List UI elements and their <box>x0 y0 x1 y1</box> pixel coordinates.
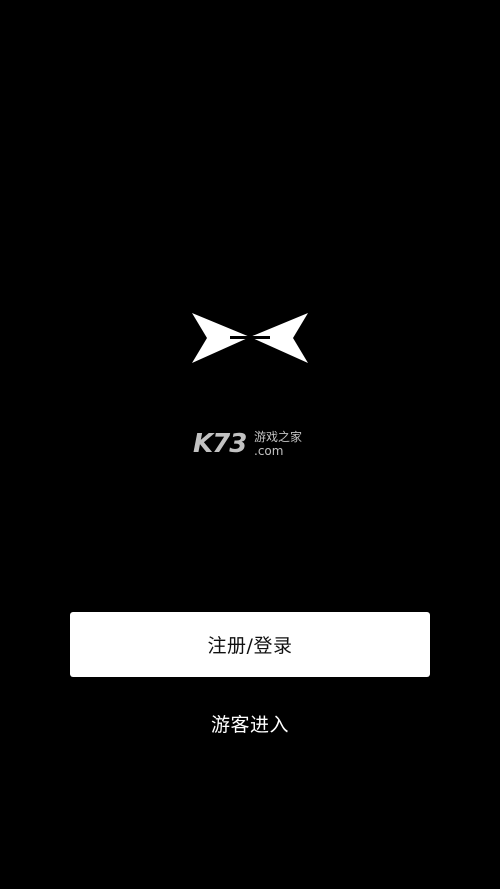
guest-enter-label: 游客进入 <box>210 713 289 736</box>
x-wings-logo-icon <box>192 313 308 363</box>
k73-watermark: K73 游戏之家 .com <box>193 428 313 462</box>
guest-enter-link[interactable]: 游客进入 <box>150 706 350 740</box>
watermark-brand: K73 <box>193 429 247 459</box>
launch-screen: K73 游戏之家 .com 注册/登录 游客进入 <box>0 0 500 889</box>
register-login-label: 注册/登录 <box>207 635 293 657</box>
register-login-button[interactable]: 注册/登录 <box>70 612 430 677</box>
logo-center-slit <box>230 336 270 339</box>
watermark-cn-name: 游戏之家 <box>254 430 303 444</box>
watermark-domain: .com <box>254 444 284 458</box>
